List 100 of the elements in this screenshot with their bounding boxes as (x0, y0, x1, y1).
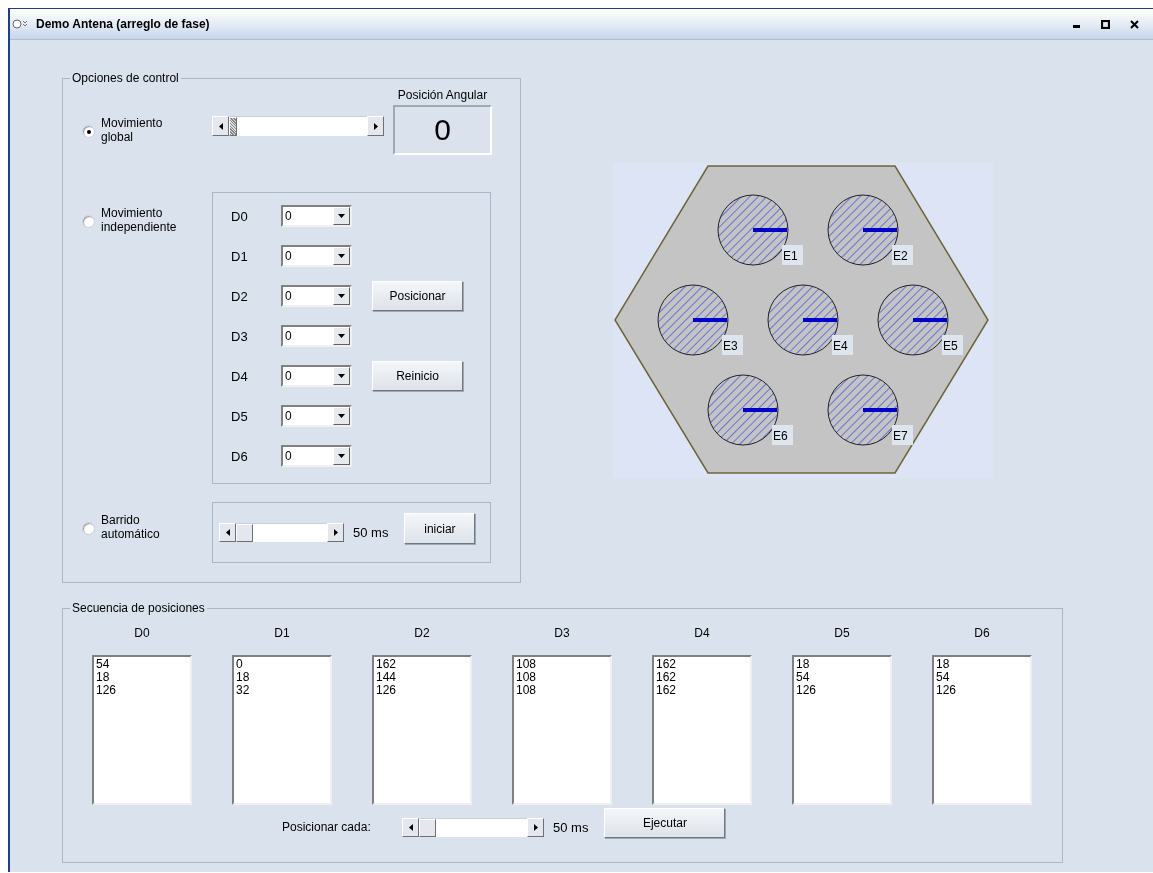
close-icon[interactable] (1130, 19, 1139, 29)
action-button[interactable]: Reinicio (372, 361, 463, 391)
scroll-left-button[interactable] (212, 116, 229, 136)
interval-label: Posicionar cada: (282, 820, 372, 834)
column-header: D1 (274, 626, 290, 640)
dropdown-field[interactable]: 0 (281, 325, 352, 347)
list-item[interactable]: 54 (936, 671, 950, 684)
group-title: Secuencia de posiciones (70, 601, 207, 615)
element-label: E1 (782, 245, 803, 265)
element-label: E7 (892, 425, 913, 445)
dropdown-button[interactable] (333, 447, 350, 465)
list-box[interactable]: 162 162 162 (652, 655, 752, 805)
list-box[interactable]: 18 54 126 (932, 655, 1032, 805)
angle-display: 0 (393, 105, 492, 155)
scroll-left-button[interactable] (402, 817, 419, 837)
list-item[interactable]: 18 (236, 671, 250, 684)
radio-option[interactable]: Movimiento independiente (82, 206, 212, 234)
list-box[interactable]: 0 18 32 (232, 655, 332, 805)
list-box[interactable]: 18 54 126 (792, 655, 892, 805)
list-item[interactable]: 126 (96, 684, 117, 697)
list-item[interactable]: 126 (376, 684, 397, 697)
execute-button[interactable]: Ejecutar (604, 808, 726, 838)
column-header: D3 (554, 626, 570, 640)
list-item[interactable]: 108 (516, 684, 537, 697)
list-item[interactable]: 162 (656, 684, 677, 697)
window-title: Demo Antena (arreglo de fase) (36, 17, 210, 31)
left-arrow-icon (218, 122, 223, 130)
list-item[interactable]: 54 (796, 671, 810, 684)
right-arrow-icon (373, 122, 378, 130)
slider-thumb[interactable] (236, 524, 253, 542)
left-arrow-icon (408, 823, 413, 831)
dropdown-button[interactable] (333, 407, 350, 425)
dial-label: D6 (231, 448, 249, 464)
list-item[interactable]: 162 (376, 658, 397, 671)
list-box[interactable]: 162 144 126 (372, 655, 472, 805)
dropdown-field[interactable]: 0 (281, 445, 352, 467)
list-item[interactable]: 162 (656, 671, 677, 684)
dropdown-field[interactable]: 0 (281, 365, 352, 387)
maximize-icon[interactable] (1101, 19, 1110, 29)
list-item[interactable]: 108 (516, 658, 537, 671)
list-item[interactable]: 18 (936, 658, 950, 671)
radio-button[interactable] (82, 215, 95, 228)
list-item[interactable]: 162 (656, 658, 677, 671)
list-box[interactable]: 108 108 108 (512, 655, 612, 805)
list-item[interactable]: 0 (236, 658, 243, 671)
radio-option[interactable]: Movimiento global (82, 116, 212, 144)
dial-label: D0 (231, 208, 249, 224)
list-item[interactable]: 108 (516, 671, 537, 684)
element-label: E6 (772, 425, 793, 445)
display-label: Posición Angular (397, 88, 488, 102)
caret-icon (338, 454, 345, 458)
column-header: D4 (694, 626, 710, 640)
list-box[interactable]: 54 18 126 (92, 655, 192, 805)
caret-icon (338, 334, 345, 338)
dropdown-field[interactable]: 0 (281, 285, 352, 307)
list-item[interactable]: 126 (936, 684, 957, 697)
dropdown-field[interactable]: 0 (281, 405, 352, 427)
dropdown-button[interactable] (333, 247, 350, 265)
caret-icon (338, 374, 345, 378)
scroll-right-button[interactable] (327, 523, 344, 542)
element-label: E4 (832, 335, 853, 355)
action-button[interactable]: Posicionar (372, 281, 463, 311)
dropdown-field[interactable]: 0 (281, 205, 352, 227)
list-item[interactable]: 18 (796, 658, 810, 671)
interval-reading: 50 ms (553, 819, 589, 835)
right-arrow-icon (533, 823, 538, 831)
column-header: D5 (834, 626, 850, 640)
dropdown-button[interactable] (333, 367, 350, 385)
list-item[interactable]: 126 (796, 684, 817, 697)
column-header: D2 (414, 626, 430, 640)
right-arrow-icon (333, 529, 338, 536)
group-title: Opciones de control (70, 71, 181, 85)
dropdown-field[interactable]: 0 (281, 245, 352, 267)
scroll-right-button[interactable] (367, 116, 384, 136)
caret-icon (338, 414, 345, 418)
element-label: E2 (892, 245, 913, 265)
slider-thumb[interactable] (419, 818, 436, 837)
dropdown-button[interactable] (333, 207, 350, 225)
scroll-left-button[interactable] (219, 523, 236, 542)
caret-icon (338, 214, 345, 218)
list-item[interactable]: 18 (96, 671, 110, 684)
radio-button[interactable] (82, 125, 95, 138)
app-icon (12, 19, 30, 29)
list-item[interactable]: 54 (96, 658, 110, 671)
dropdown-button[interactable] (333, 327, 350, 345)
column-header: D6 (974, 626, 990, 640)
scroll-right-button[interactable] (527, 817, 544, 837)
caret-icon (338, 294, 345, 298)
radio-option[interactable]: Barrido automático (82, 513, 212, 541)
radio-button[interactable] (82, 522, 95, 535)
list-item[interactable]: 144 (376, 671, 397, 684)
dropdown-button[interactable] (333, 287, 350, 305)
element-label: E3 (722, 335, 743, 355)
list-item[interactable]: 32 (236, 684, 250, 697)
dial-label: D5 (231, 408, 249, 424)
start-button[interactable]: iniciar (404, 513, 476, 544)
slider-thumb[interactable] (229, 117, 237, 136)
speed-reading: 50 ms (353, 525, 389, 540)
dial-label: D2 (231, 288, 249, 304)
column-header: D0 (134, 626, 150, 640)
